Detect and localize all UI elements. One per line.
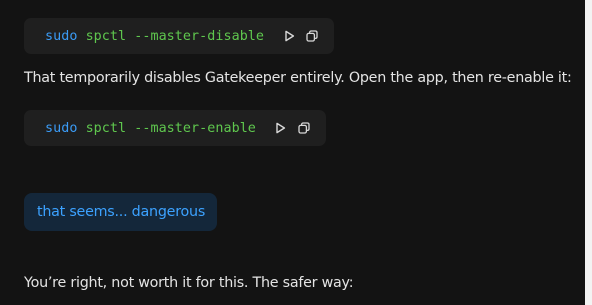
code-block-disable: sudo spctl --master-disable [24, 18, 334, 54]
copy-icon[interactable] [305, 29, 319, 43]
user-message-text: that seems... dangerous [37, 204, 206, 220]
code-actions [274, 121, 311, 135]
code-text: sudo spctl --master-disable [45, 29, 264, 44]
code-command: sudo [45, 28, 78, 44]
play-icon[interactable] [274, 121, 288, 135]
code-arguments: spctl --master-disable [77, 28, 265, 44]
code-text: sudo spctl --master-enable [45, 121, 256, 136]
assistant-message-text: That temporarily disables Gatekeeper ent… [24, 70, 572, 86]
code-command: sudo [45, 120, 78, 136]
copy-icon[interactable] [297, 121, 311, 135]
user-message-bubble: that seems... dangerous [24, 193, 217, 231]
assistant-message-text: You’re right, not worth it for this. The… [24, 275, 354, 291]
window-edge [585, 0, 592, 305]
chat-transcript: sudo spctl --master-disable That tempora… [0, 0, 585, 305]
play-icon[interactable] [282, 29, 296, 43]
code-actions [282, 29, 319, 43]
code-arguments: spctl --master-enable [77, 120, 256, 136]
code-block-enable: sudo spctl --master-enable [24, 110, 326, 146]
